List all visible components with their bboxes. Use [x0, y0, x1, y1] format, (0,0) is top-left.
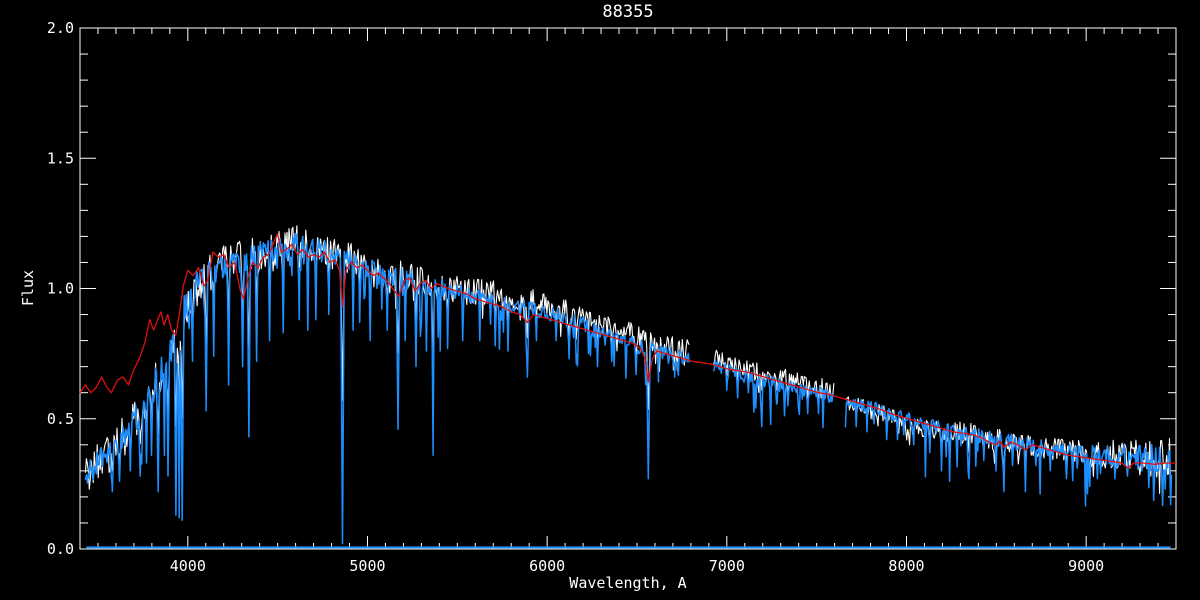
y-tick-label: 1.5 [47, 149, 74, 167]
smoothed-spectrum-blue [85, 234, 689, 544]
x-tick-label: 5000 [349, 557, 385, 575]
x-tick-label: 9000 [1068, 557, 1104, 575]
y-tick-label: 1.0 [47, 280, 74, 298]
chart-title: 88355 [602, 2, 653, 22]
x-tick-label: 7000 [709, 557, 745, 575]
x-tick-label: 4000 [170, 557, 206, 575]
y-tick-label: 2.0 [47, 19, 74, 37]
plot-layer [80, 226, 1176, 548]
x-axis-label: Wavelength, A [569, 574, 686, 592]
y-tick-label: 0.5 [47, 410, 74, 428]
x-tick-label: 6000 [529, 557, 565, 575]
x-tick-label: 8000 [888, 557, 924, 575]
y-tick-label: 0.0 [47, 540, 74, 558]
observed-spectrum-white [845, 397, 1171, 494]
spectrum-chart: 4000500060007000800090000.00.51.01.52.0 … [0, 0, 1200, 600]
spectrum-figure: 4000500060007000800090000.00.51.01.52.0 … [0, 0, 1200, 600]
y-axis-label: Flux [19, 270, 37, 306]
